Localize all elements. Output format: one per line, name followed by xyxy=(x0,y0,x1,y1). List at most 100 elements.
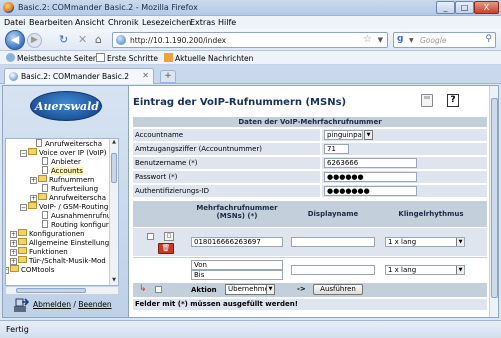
url-text[interactable]: http://10.1.190.200/index xyxy=(130,36,226,45)
search-bar[interactable]: g ▼ Google ⚲ xyxy=(393,32,496,48)
document-icon xyxy=(42,220,48,228)
menu-hilfe[interactable]: Hilfe xyxy=(218,18,236,27)
expand-icon[interactable]: + xyxy=(6,267,9,274)
tree-item-rufnummern[interactable]: + Rufnummern xyxy=(30,175,94,184)
reload-icon[interactable]: ↻ xyxy=(59,34,68,46)
url-bar[interactable]: http://10.1.190.200/index ☆ ▼ xyxy=(112,32,388,48)
amtzugangsziffer-input[interactable]: 71 xyxy=(324,144,349,154)
field-authentifizierungs-id: Authentifizierungs-ID ●●●●●●● xyxy=(133,185,487,198)
menu-datei[interactable]: Datei xyxy=(4,18,25,27)
tree-item-anbieter[interactable]: Anbieter xyxy=(42,157,81,166)
field-value-cell: 6263666 xyxy=(322,157,487,169)
status-bar: Fertig xyxy=(0,320,501,338)
field-value-cell: pinguinpark ▼ xyxy=(322,129,487,141)
logout-icon[interactable] xyxy=(13,297,29,313)
page-scroll-thumb[interactable] xyxy=(491,98,498,298)
beenden-link[interactable]: Beenden xyxy=(78,300,111,309)
search-engine-dropdown-icon[interactable]: ▼ xyxy=(409,37,414,44)
ausfuehren-button[interactable]: Ausführen xyxy=(313,284,363,295)
required-fields-note: Felder mit (*) müssen ausgefüllt werden! xyxy=(133,299,487,310)
document-icon xyxy=(36,139,42,147)
tree-item-accounts[interactable]: Accounts xyxy=(42,166,83,175)
range-klingelrhythmus-select[interactable]: 1 x lang ▼ xyxy=(385,265,465,275)
expand-icon[interactable]: + xyxy=(10,258,17,265)
collapse-icon[interactable]: − xyxy=(20,150,27,157)
stop-icon[interactable]: ✕ xyxy=(78,34,87,46)
tree-item-konfigurationen[interactable]: + Konfigurationen xyxy=(10,229,85,238)
folder-open-icon xyxy=(28,148,37,155)
maximize-button[interactable]: □ xyxy=(455,1,474,14)
expand-icon[interactable]: + xyxy=(10,249,17,256)
range-klingelrhythmus-value: 1 x lang xyxy=(388,266,417,274)
page-scrollbar[interactable] xyxy=(489,86,498,317)
row-checkbox[interactable] xyxy=(147,233,154,240)
msn-input[interactable]: 018016666263697 xyxy=(191,237,283,247)
delete-icon[interactable]: 🗑 xyxy=(158,243,174,254)
select-all-checkbox[interactable] xyxy=(155,286,162,293)
forward-arrow-icon[interactable]: ▶ xyxy=(27,33,42,48)
field-passwort: Passwort (*) ●●●●●● xyxy=(133,171,487,184)
url-dropdown-icon[interactable]: ▼ xyxy=(378,36,383,44)
tree-scroll-thumb[interactable] xyxy=(111,153,117,183)
tree-item-anrufweiterschaltung-2[interactable]: + Anrufweiterscha xyxy=(30,193,106,202)
new-tab-button[interactable]: + xyxy=(160,70,176,83)
auth-id-input[interactable]: ●●●●●●● xyxy=(324,186,417,196)
home-icon[interactable]: ⌂ xyxy=(95,34,102,46)
google-icon[interactable]: g xyxy=(397,34,408,46)
displayname-input[interactable] xyxy=(291,237,375,247)
scroll-down-icon[interactable]: ▼ xyxy=(110,277,118,285)
expand-icon[interactable]: + xyxy=(30,195,37,202)
klingelrhythmus-select[interactable]: 1 x lang ▼ xyxy=(385,237,465,247)
tree-item-rufverteilung[interactable]: Rufverteilung xyxy=(42,184,98,193)
close-tab-icon[interactable]: ✕ xyxy=(142,71,149,80)
bis-input[interactable]: Bis xyxy=(191,270,283,280)
menu-chronik[interactable]: Chronik xyxy=(108,18,139,27)
chevron-down-icon[interactable]: ▼ xyxy=(364,130,373,140)
bookmark-getting-started[interactable]: Erste Schritte xyxy=(96,53,158,63)
search-icon[interactable]: ⚲ xyxy=(485,34,492,44)
expand-icon[interactable]: + xyxy=(30,177,37,184)
tree-horizontal-scrollbar[interactable] xyxy=(5,286,119,295)
tab-bar: Basic.2: COMmander Basic.2 ✕ + xyxy=(0,65,501,84)
benutzername-input[interactable]: 6263666 xyxy=(324,158,417,168)
tree-item-funktionen[interactable]: + Funktionen xyxy=(10,247,68,256)
menu-lesezeichen[interactable]: Lesezeichen xyxy=(142,18,191,27)
menu-bearbeiten[interactable]: Bearbeiten xyxy=(29,18,73,27)
menu-extras[interactable]: Extras xyxy=(190,18,215,27)
tab-commander[interactable]: Basic.2: COMmander Basic.2 ✕ xyxy=(4,68,154,84)
accountname-select[interactable]: pinguinpark xyxy=(324,130,363,140)
select-all-arrow-icon[interactable]: ↳ xyxy=(139,284,147,294)
tree-item-voip-gsm-routing[interactable]: − VoIP- / GSM-Routing xyxy=(20,202,108,211)
back-arrow-icon[interactable]: ◀ xyxy=(5,30,25,50)
save-icon[interactable] xyxy=(421,94,433,107)
minimize-button[interactable]: _ xyxy=(436,1,455,14)
aktion-select[interactable]: Übernehmen ▼ xyxy=(225,284,275,295)
tree-item-routing-konfigurieren[interactable]: Routing konfigur xyxy=(42,220,109,229)
tree-item-comtools[interactable]: +COMtools xyxy=(6,265,54,274)
collapse-icon[interactable]: − xyxy=(20,204,27,211)
tree-item-ausnahmenrufnummern[interactable]: Ausnahmenrufnu xyxy=(42,211,111,220)
menu-ansicht[interactable]: Ansicht xyxy=(75,18,105,27)
tree-item-anrufweiterschaltung[interactable]: Anrufweiterscha xyxy=(36,139,102,148)
bookmark-latest-news[interactable]: Aktuelle Nachrichten xyxy=(164,53,253,63)
abmelden-link[interactable]: Abmelden xyxy=(33,300,71,309)
passwort-input[interactable]: ●●●●●● xyxy=(324,172,417,182)
bookmark-star-icon[interactable]: ☆ xyxy=(363,34,372,45)
von-input[interactable]: Von xyxy=(191,260,283,270)
tree-item-voip[interactable]: − Voice over IP (VoIP) xyxy=(20,148,106,157)
search-placeholder[interactable]: Google xyxy=(420,36,446,45)
close-button[interactable]: X xyxy=(474,1,499,14)
range-displayname-input[interactable] xyxy=(291,265,375,275)
tree-item-tuer-schalt-musik[interactable]: + Tür-/Schalt-Musik-Mod xyxy=(10,256,106,265)
expand-icon[interactable]: + xyxy=(10,231,17,238)
tree-item-allgemeine-einstellungen[interactable]: + Allgemeine Einstellung xyxy=(10,238,109,247)
expand-icon[interactable]: + xyxy=(10,240,17,247)
tree-vertical-scrollbar[interactable]: ▲ ▼ xyxy=(109,139,118,285)
help-icon[interactable]: ? xyxy=(447,94,459,107)
edit-icon[interactable]: □ xyxy=(164,232,174,241)
main-panel: Eintrag der VoIP-Rufnummern (MSNs) ? Dat… xyxy=(130,86,498,317)
tree-hscroll-thumb[interactable] xyxy=(16,288,86,293)
bookmark-most-visited[interactable]: Meistbesuchte Seiten xyxy=(6,53,98,63)
page-icon xyxy=(96,53,105,62)
scroll-up-icon[interactable]: ▲ xyxy=(110,139,118,147)
